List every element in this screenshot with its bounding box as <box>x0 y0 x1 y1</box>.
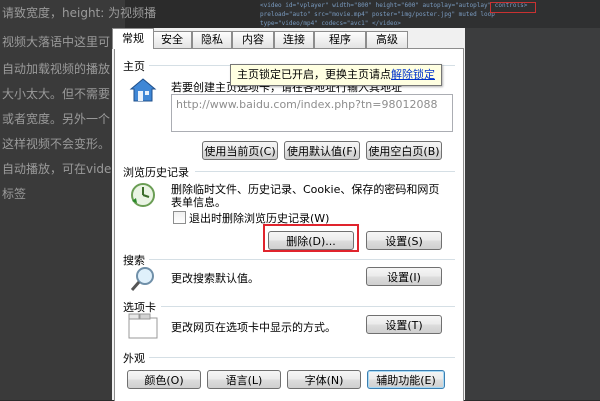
home-lock-tooltip: 主页锁定已开启，更换主页请点 解除锁定 <box>230 64 442 86</box>
tab-advanced[interactable]: 高级 <box>366 31 408 48</box>
tab-general[interactable]: 常规 <box>112 28 154 49</box>
code-line: type="video/mp4" codecs="avc1" </video> <box>260 20 401 27</box>
bg-text-line: 视频大落语中这里可 <box>2 35 111 49</box>
use-default-button[interactable]: 使用默认值(F) <box>284 141 360 160</box>
bg-text-line: 自动播放，可在vide <box>2 162 112 176</box>
home-page-url-value: http://www.baidu.com/index.php?tn=980120… <box>176 98 438 111</box>
home-section-heading: 主页 <box>123 60 145 73</box>
background-code: <video id="vplayer" width="800" height="… <box>260 0 600 28</box>
bg-text-line: 标签 <box>2 187 27 201</box>
unlock-link[interactable]: 解除锁定 <box>391 65 435 85</box>
tabs-description: 更改网页在选项卡中显示的方式。 <box>171 321 336 334</box>
use-current-button[interactable]: 使用当前页(C) <box>202 141 278 160</box>
code-highlight-box <box>490 2 536 13</box>
tabbed-window-icon <box>128 313 158 339</box>
background-right-panel <box>465 0 600 400</box>
bg-text-line: 这样视频不会变形。 <box>2 137 111 151</box>
colors-button[interactable]: 颜色(O) <box>127 370 201 389</box>
magnifier-icon <box>129 265 157 293</box>
tab-privacy[interactable]: 隐私 <box>192 31 232 48</box>
search-settings-button[interactable]: 设置(I) <box>366 267 442 286</box>
delete-on-exit-checkbox[interactable] <box>173 211 186 224</box>
bg-text-line: 请致宽度，height: 为视频播 <box>2 6 157 20</box>
tab-programs[interactable]: 程序 <box>314 31 366 48</box>
bg-text-line: 自动加载视频的播放 <box>2 62 111 76</box>
tab-connections[interactable]: 连接 <box>274 31 314 48</box>
section-divider <box>149 259 455 260</box>
use-blank-button[interactable]: 使用空白页(B) <box>366 141 442 160</box>
code-line: <video id="vplayer" width="800" height="… <box>260 2 528 9</box>
bg-text-line: 大小太大。但不需要 <box>2 87 111 101</box>
tab-content[interactable]: 内容 <box>232 31 274 48</box>
home-icon <box>129 76 157 104</box>
home-page-url-field[interactable]: http://www.baidu.com/index.php?tn=980120… <box>171 94 453 132</box>
highlight-annotation-box <box>263 224 359 252</box>
bg-text-line: 或者宽度。另外一个 <box>2 112 111 126</box>
code-line: preload="auto" src="movie.mp4" poster="i… <box>260 11 495 18</box>
fonts-button[interactable]: 字体(N) <box>287 370 361 389</box>
history-section-heading: 浏览历史记录 <box>123 166 189 179</box>
languages-button[interactable]: 语言(L) <box>207 370 281 389</box>
background-article: 请致宽度，height: 为视频播 视频大落语中这里可 自动加载视频的播放 大小… <box>0 0 156 400</box>
history-clock-icon <box>129 181 157 209</box>
section-divider <box>161 306 455 307</box>
history-settings-button[interactable]: 设置(S) <box>366 231 442 250</box>
accessibility-button[interactable]: 辅助功能(E) <box>367 370 445 389</box>
section-divider <box>195 171 455 172</box>
tabs-settings-button[interactable]: 设置(T) <box>366 315 442 334</box>
tab-security[interactable]: 安全 <box>152 31 192 48</box>
appearance-section-heading: 外观 <box>123 352 145 365</box>
section-divider <box>149 357 455 358</box>
search-description: 更改搜索默认值。 <box>171 272 259 285</box>
tab-strip: 常规 安全 隐私 内容 连接 程序 高级 <box>112 28 465 49</box>
tooltip-text: 主页锁定已开启，更换主页请点 <box>237 68 391 81</box>
history-description-line2: 表单信息。 <box>171 196 226 209</box>
